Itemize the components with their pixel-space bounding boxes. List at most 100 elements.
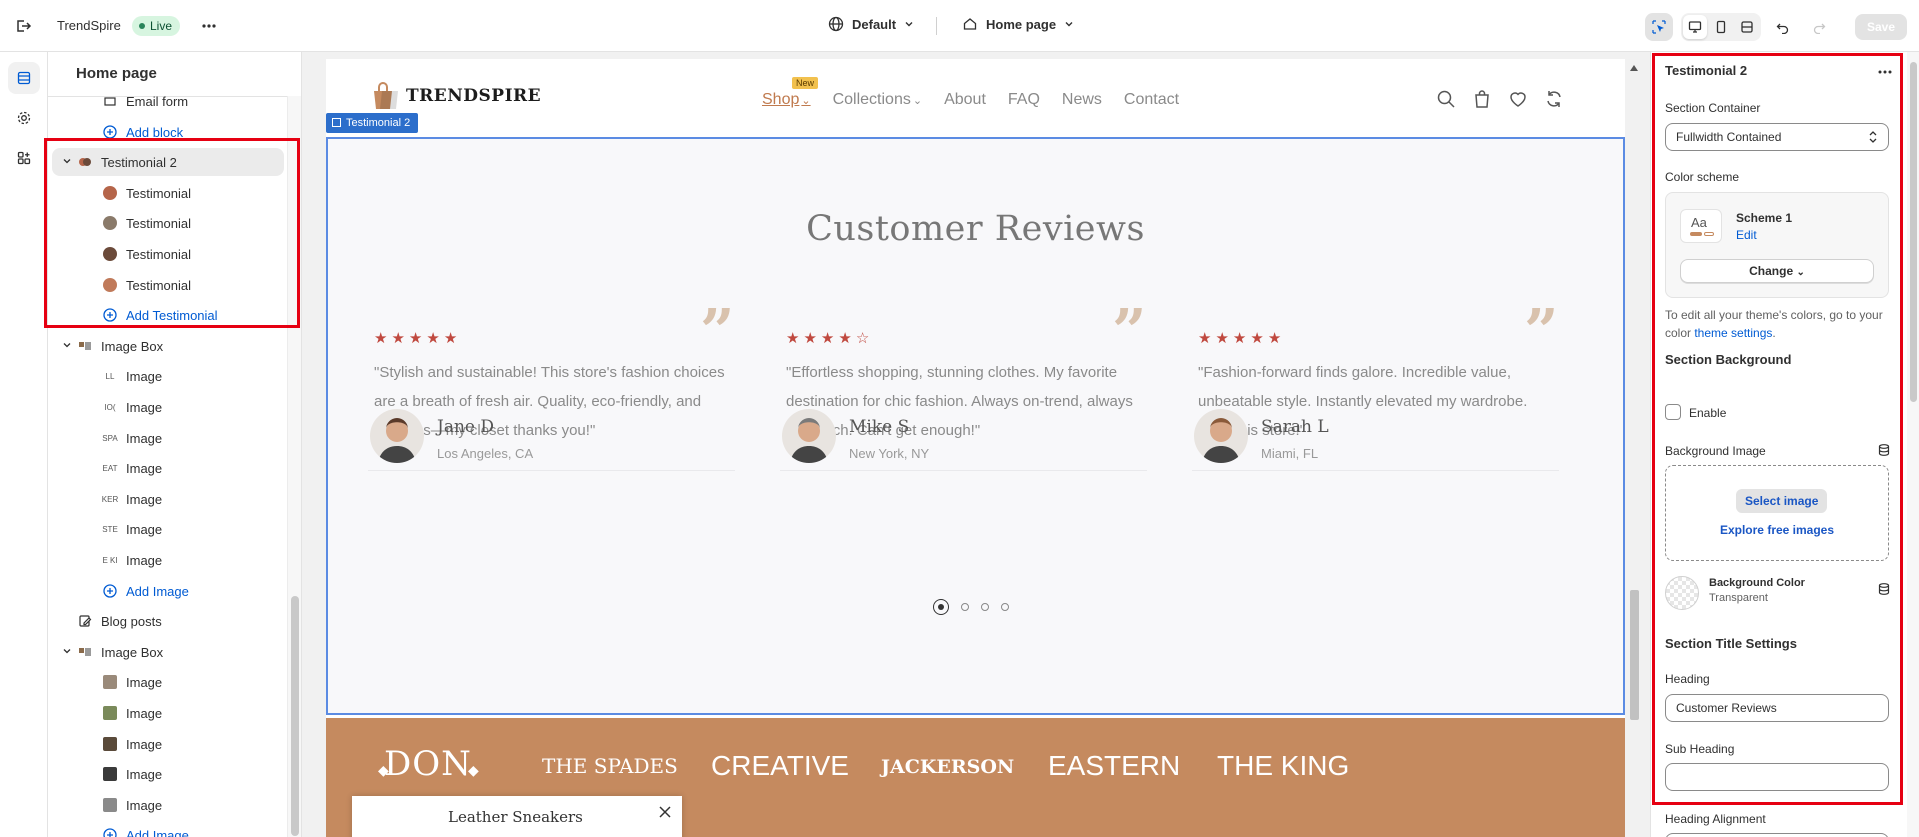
quote-icon: ” [700,297,735,367]
testimonial-section[interactable]: Customer Reviews ★ ★ ★ ★ ★” "Stylish and sust… [326,137,1625,715]
star-filled-icon: ★ [838,330,853,347]
nav-link[interactable]: FAQ [1008,91,1040,109]
block-tree-item[interactable]: Testimonial [48,240,286,268]
block-tree-item[interactable]: KER Image [48,485,286,513]
section-tree-item[interactable]: Image Box [48,638,286,666]
store-name: TrendSpire [57,18,121,33]
background-color-swatch[interactable] [1665,576,1699,610]
subheading-input[interactable] [1665,763,1889,791]
save-button[interactable]: Save [1854,14,1907,40]
fullscreen-view-button[interactable] [1735,15,1759,39]
heading-field-label: Heading [1665,672,1710,686]
plus-circle-icon [102,827,118,837]
background-color-value: Transparent [1709,592,1768,604]
block-tree-item[interactable]: Image [48,730,286,758]
image-thumbnail [103,767,117,781]
site-logo[interactable]: TRENDSPIRE [368,79,541,113]
sidebar-scrollbar-thumb[interactable] [291,596,299,836]
theme-settings-rail-button[interactable] [8,102,40,134]
chevron-down-icon[interactable] [62,156,72,166]
block-tree-item[interactable]: Email form [48,87,286,115]
reviewer-name: Sarah L [1261,417,1329,437]
dynamic-source-icon[interactable] [1877,443,1891,457]
redo-button[interactable] [1805,13,1833,41]
preview-scrollbar-thumb[interactable] [1630,590,1639,720]
heading-alignment-select[interactable] [1665,833,1889,837]
compare-icon[interactable] [1544,89,1564,109]
nav-link[interactable]: About [944,91,986,109]
nav-link[interactable]: Collections ⌄ [833,91,922,109]
block-tree-item[interactable]: IO(Image [48,393,286,421]
block-tree-item[interactable]: Testimonial [48,179,286,207]
block-tree-item[interactable]: E KI Image [48,546,286,574]
add-item-button[interactable]: Add Image [48,577,286,605]
close-icon[interactable] [657,804,673,820]
more-options-icon[interactable] [200,17,218,35]
recent-purchase-popup[interactable]: Leather Sneakers [352,796,682,837]
tree-item-label: Image [126,460,163,476]
block-tree-item[interactable]: Image [48,760,286,788]
sidebar-scrollbar[interactable] [287,96,301,837]
theme-colors-help-text: To edit all your theme's colors, go to y… [1665,306,1891,342]
tree-item-label: Image [126,766,163,782]
cart-icon[interactable] [1472,89,1492,109]
block-tree-item[interactable]: Image [48,668,286,696]
add-item-button[interactable]: Add Image [48,821,286,837]
change-scheme-button[interactable]: Change ⌄ [1680,259,1874,283]
section-tree-item[interactable]: Testimonial 2 [52,148,284,176]
block-tree-item[interactable]: LL Image [48,362,286,390]
search-icon[interactable] [1436,89,1456,109]
scroll-up-arrow-icon[interactable] [1630,65,1638,71]
add-item-button[interactable]: Add Testimonial [48,301,286,329]
preview-scrollbar[interactable] [1626,59,1642,837]
brand-logo: THE KING [1217,750,1350,781]
carousel-dot[interactable] [961,603,969,611]
settings-scrollbar-thumb[interactable] [1910,62,1917,402]
nav-link[interactable]: News [1062,91,1102,109]
nav-link[interactable]: Shop ⌄ New [762,77,819,109]
mobile-view-button[interactable] [1709,15,1733,39]
enable-background-checkbox[interactable] [1665,404,1681,420]
block-tree-item[interactable]: SPA Image [48,424,286,452]
block-tree-item[interactable]: Image [48,699,286,727]
tree-item-label: Testimonial [126,215,192,231]
avatar [782,409,836,463]
exit-icon[interactable] [14,17,32,35]
inspector-toggle-button[interactable] [1644,13,1673,41]
scheme-edit-link[interactable]: Edit [1736,228,1757,242]
nav-link[interactable]: Contact [1124,91,1179,109]
block-tree-item[interactable]: Image [48,791,286,819]
section-container-select[interactable]: Fullwidth Contained [1665,123,1889,151]
dynamic-source-icon[interactable] [1877,582,1891,596]
apps-rail-button[interactable] [8,142,40,174]
undo-button[interactable] [1769,13,1797,41]
star-empty-icon: ☆ [855,330,871,347]
block-tree-item[interactable]: Testimonial [48,271,286,299]
section-container-label: Section Container [1665,101,1761,115]
section-tag[interactable]: Testimonial 2 [326,113,419,133]
settings-scrollbar[interactable] [1907,52,1919,837]
avatar [103,247,117,261]
block-tree-item[interactable]: Testimonial [48,209,286,237]
carousel-dot[interactable] [933,599,949,615]
theme-selector[interactable]: Default [828,16,914,32]
block-tree-item[interactable]: EAT Image [48,454,286,482]
more-options-icon[interactable] [1876,63,1894,81]
page-selector[interactable]: Home page [962,16,1074,32]
select-image-button[interactable]: Select image [1736,489,1828,513]
chevron-down-icon[interactable] [62,340,72,350]
section-tree-item[interactable]: Blog posts [48,607,286,635]
carousel-dot[interactable] [981,603,989,611]
add-item-button[interactable]: Add block [48,118,286,146]
explore-free-images-link[interactable]: Explore free images [1666,523,1888,537]
block-tree-item[interactable]: STE Image [48,515,286,543]
sections-rail-button[interactable] [8,62,40,94]
heading-input[interactable]: Customer Reviews [1665,694,1889,722]
heart-icon[interactable] [1508,89,1528,109]
star-filled-icon: ★ [1267,330,1283,347]
desktop-view-button[interactable] [1682,15,1707,39]
chevron-down-icon[interactable] [62,646,72,656]
theme-settings-link[interactable]: theme settings [1694,326,1772,340]
section-tree-item[interactable]: Image Box [48,332,286,360]
carousel-dot[interactable] [1001,603,1009,611]
